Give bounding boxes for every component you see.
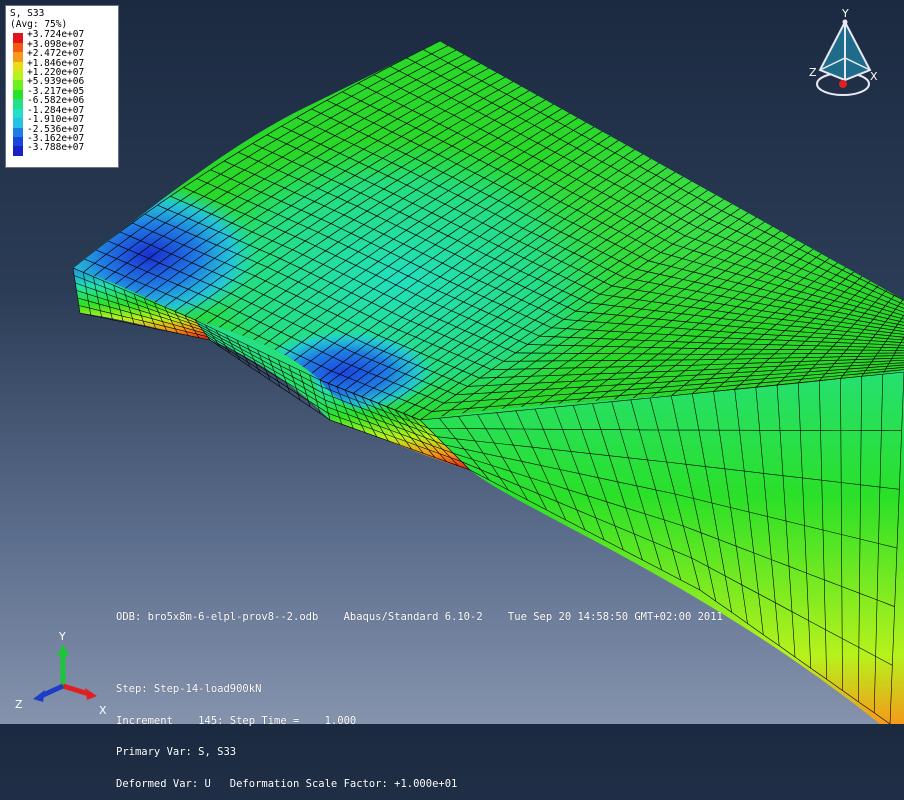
step-info-block: Step: Step-14-load900kN Increment 145: S… <box>116 663 457 800</box>
legend-color-swatch <box>13 52 23 61</box>
view-cube[interactable]: Y Z X <box>809 7 878 95</box>
legend-entry: -3.788e+07 <box>10 146 114 155</box>
step-line: Step: Step-14-load900kN <box>116 684 457 695</box>
legend-color-swatch <box>13 137 23 146</box>
contour-legend[interactable]: S, S33 (Avg: 75%) +3.724e+07+3.098e+07+2… <box>5 5 119 168</box>
legend-color-swatch <box>13 62 23 71</box>
triad-z-label: Z <box>15 698 23 711</box>
coordinate-triad: Y X Z <box>15 630 107 717</box>
legend-color-swatch <box>13 43 23 52</box>
legend-color-swatch <box>13 90 23 99</box>
triad-x-label: X <box>99 704 107 717</box>
stress-zone-light <box>500 110 900 330</box>
odb-info-line: ODB: bro5x8m-6-elpl-prov8--2.odb Abaqus/… <box>116 612 723 623</box>
increment-line: Increment 145: Step Time = 1.000 <box>116 716 457 727</box>
view-cube-y-label: Y <box>841 7 849 20</box>
legend-color-swatch <box>13 118 23 127</box>
legend-color-swatch <box>13 109 23 118</box>
view-cube-x-label: X <box>870 70 878 83</box>
deformed-var-line: Deformed Var: U Deformation Scale Factor… <box>116 779 457 790</box>
legend-color-swatch <box>13 128 23 137</box>
legend-color-swatch <box>13 80 23 89</box>
legend-color-swatch <box>13 33 23 42</box>
legend-entries: +3.724e+07+3.098e+07+2.472e+07+1.846e+07… <box>10 33 114 156</box>
legend-color-swatch <box>13 146 23 155</box>
legend-title: S, S33 <box>10 9 114 20</box>
legend-color-swatch <box>13 99 23 108</box>
triad-y-label: Y <box>58 630 66 643</box>
view-cube-z-label: Z <box>809 66 817 79</box>
legend-value: -3.788e+07 <box>27 143 84 154</box>
legend-color-swatch <box>13 71 23 80</box>
primary-var-line: Primary Var: S, S33 <box>116 747 457 758</box>
